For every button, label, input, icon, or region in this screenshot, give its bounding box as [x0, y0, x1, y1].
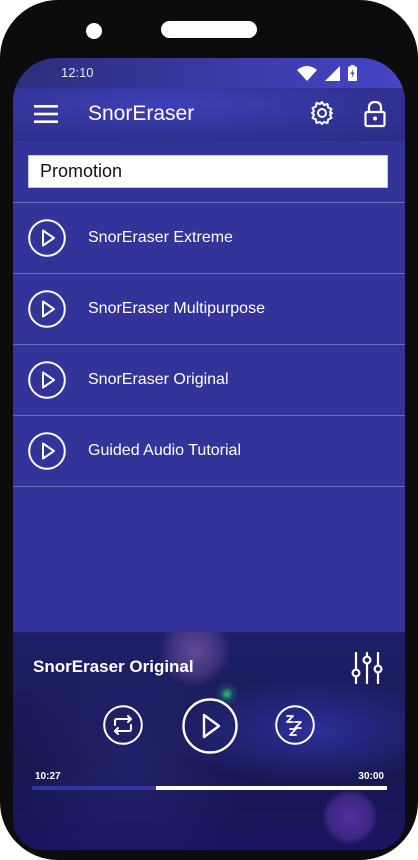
hamburger-menu-icon	[34, 105, 58, 123]
play-pause-button[interactable]	[182, 698, 238, 754]
progress-fill	[32, 786, 157, 790]
screen: 12:10 SnorEraser Promotion SnorEraser Ex…	[13, 58, 405, 850]
menu-button[interactable]	[33, 101, 59, 127]
track-list: SnorEraser Extreme SnorEraser Multipurpo…	[13, 202, 405, 487]
gear-icon	[311, 101, 333, 125]
play-icon	[182, 698, 238, 754]
status-icons	[297, 65, 357, 81]
promotion-field[interactable]	[28, 155, 388, 188]
elapsed-time: 10:27	[35, 771, 61, 782]
signal-icon	[325, 65, 340, 81]
battery-icon	[348, 65, 357, 81]
phone-frame: 12:10 SnorEraser Promotion SnorEraser Ex…	[0, 0, 418, 860]
settings-button[interactable]	[309, 100, 335, 126]
sleep-timer-button[interactable]	[275, 705, 315, 745]
status-time: 12:10	[61, 65, 94, 80]
list-item[interactable]: SnorEraser Extreme	[13, 203, 405, 274]
progress-bar[interactable]	[32, 786, 387, 790]
app-title: SnorEraser	[88, 102, 195, 125]
promotion-input[interactable]	[29, 156, 387, 187]
play-icon[interactable]	[28, 361, 66, 399]
equalizer-button[interactable]	[351, 651, 383, 685]
list-item-label: SnorEraser Extreme	[88, 229, 233, 246]
list-item-label: Guided Audio Tutorial	[88, 442, 241, 459]
list-item[interactable]: Guided Audio Tutorial	[13, 416, 405, 487]
list-item[interactable]: SnorEraser Multipurpose	[13, 274, 405, 345]
app-bar: SnorEraser	[13, 88, 405, 141]
repeat-button[interactable]	[103, 705, 143, 745]
now-playing-title: SnorEraser Original	[33, 657, 194, 676]
play-icon[interactable]	[28, 290, 66, 328]
play-icon[interactable]	[28, 432, 66, 470]
wifi-icon	[297, 65, 317, 81]
front-camera	[86, 23, 102, 39]
list-item[interactable]: SnorEraser Original	[13, 345, 405, 416]
lock-icon	[364, 100, 386, 128]
play-icon[interactable]	[28, 219, 66, 257]
repeat-icon	[103, 705, 143, 745]
total-time: 30:00	[358, 771, 384, 782]
sleep-zzz-icon	[275, 705, 315, 745]
earpiece-speaker	[161, 21, 257, 38]
list-item-label: SnorEraser Multipurpose	[88, 300, 265, 317]
list-item-label: SnorEraser Original	[88, 371, 229, 388]
status-bar: 12:10	[13, 58, 405, 88]
equalizer-icon	[351, 651, 383, 685]
now-playing-panel: SnorEraser Original 10:27 30:00	[13, 632, 405, 850]
lock-button[interactable]	[362, 100, 388, 128]
